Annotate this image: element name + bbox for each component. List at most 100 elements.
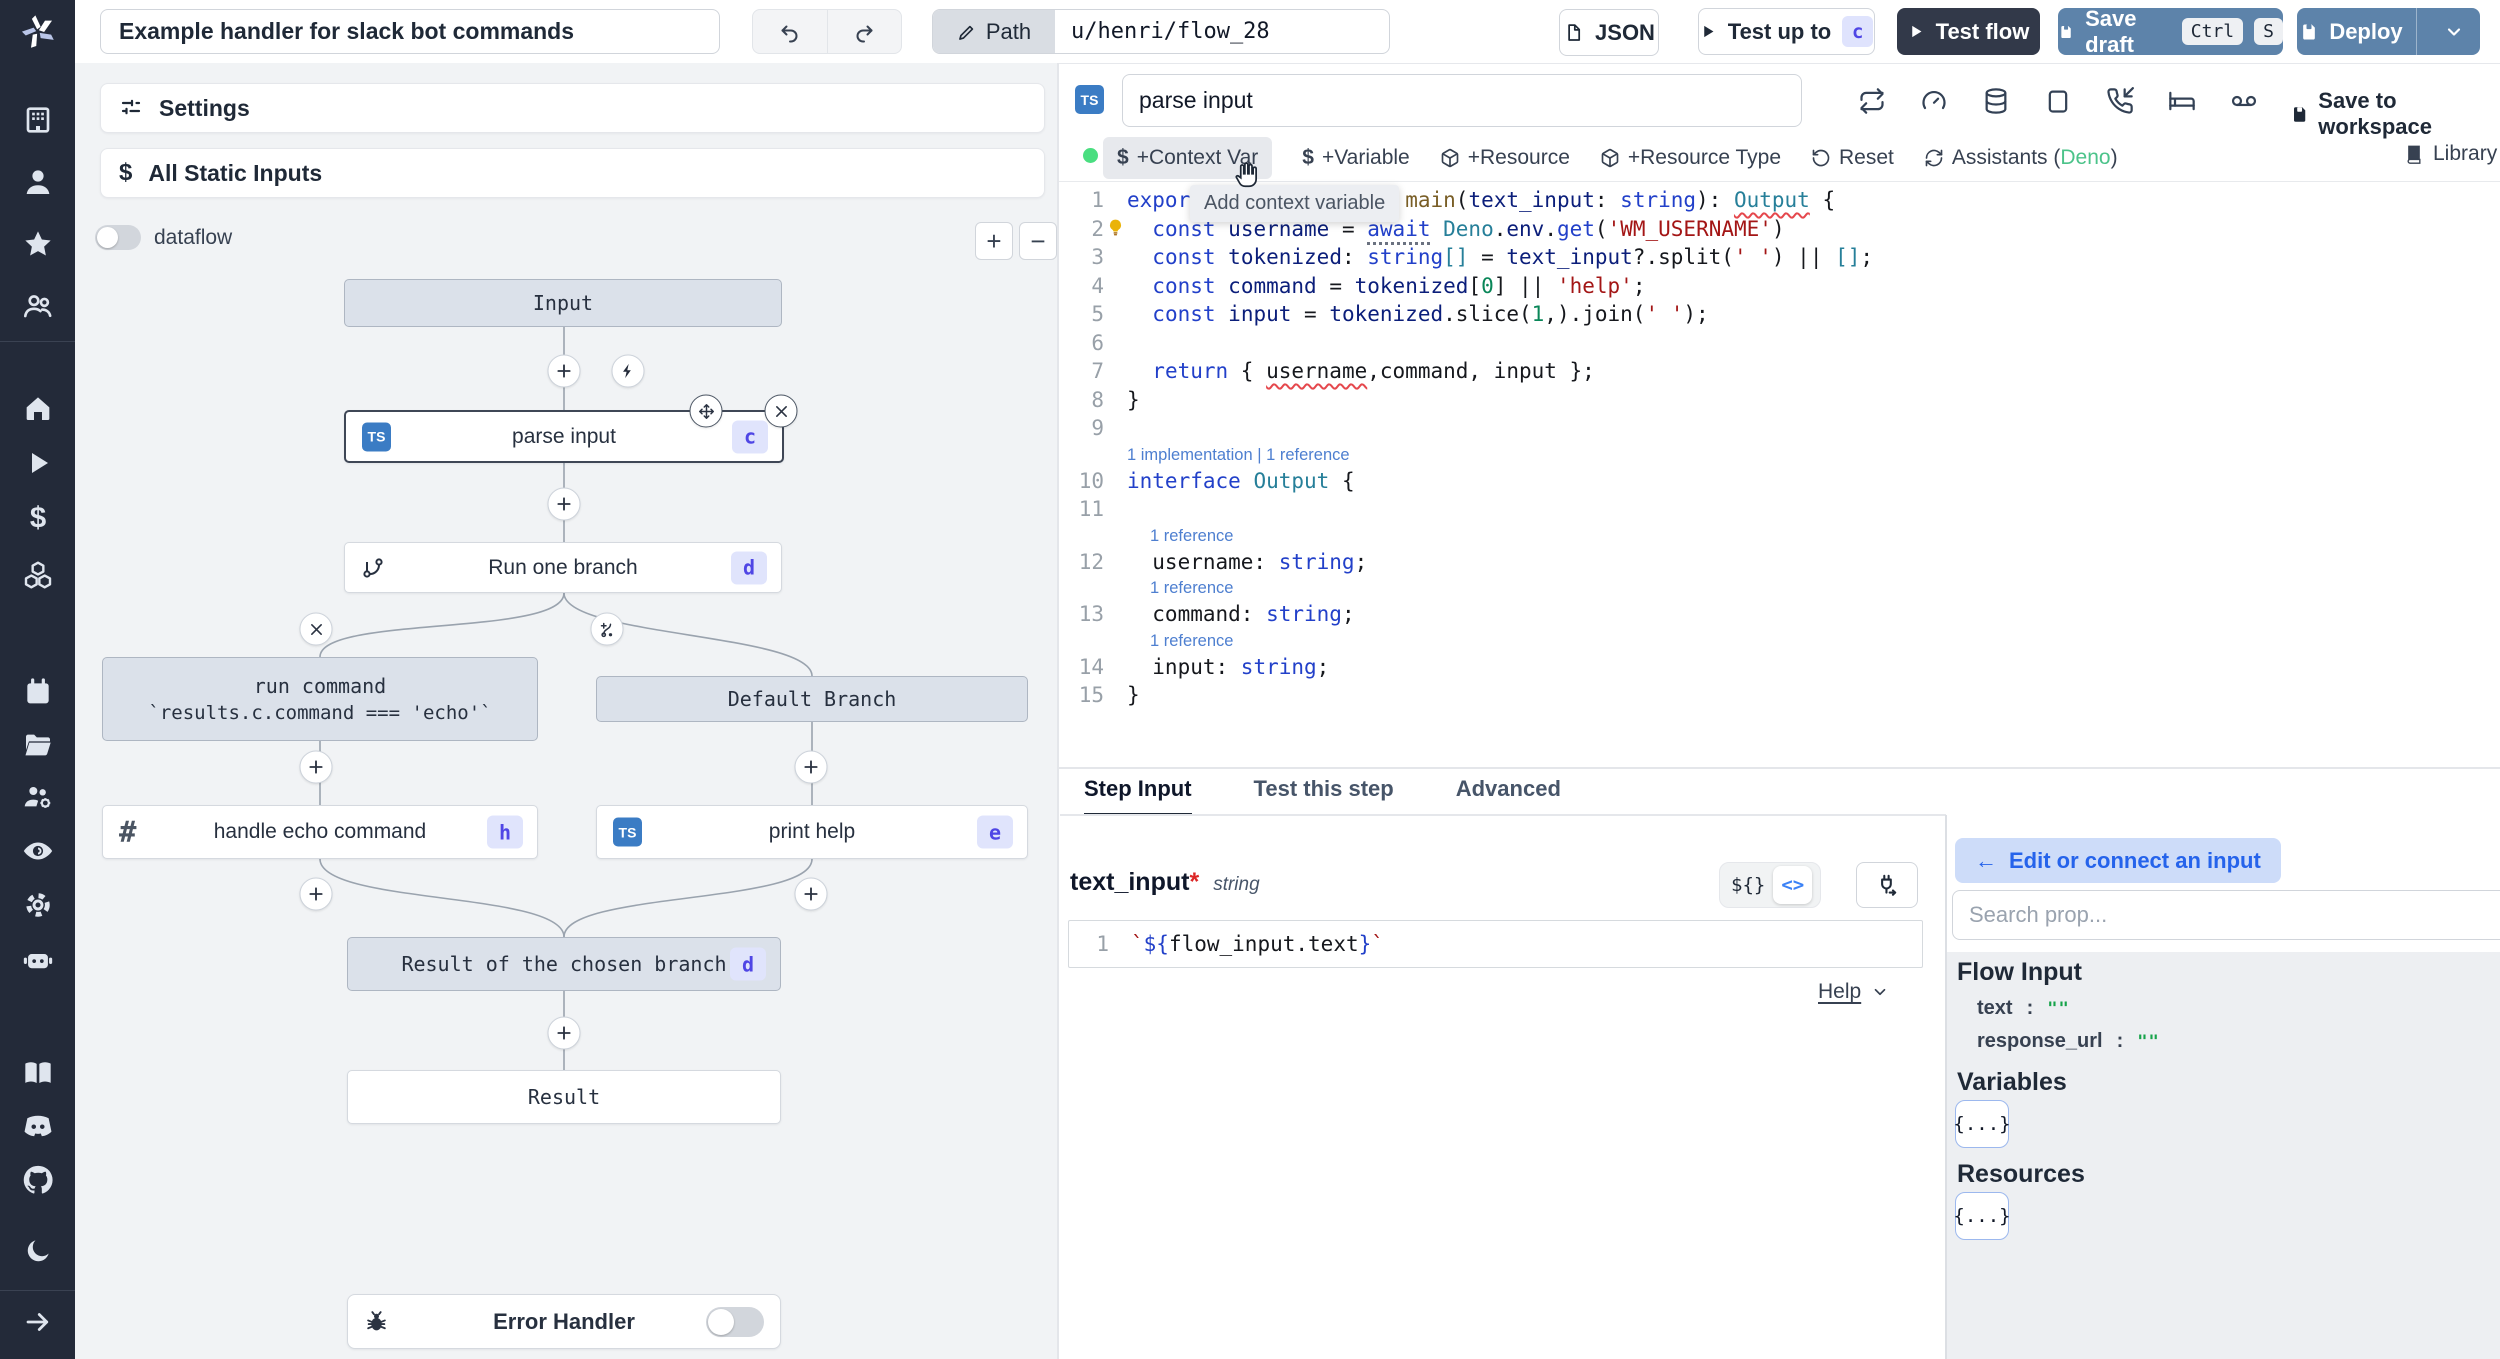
error-handler-toggle[interactable]: [706, 1306, 764, 1337]
template-mode-button[interactable]: ${}: [1723, 874, 1773, 896]
tab-test-this-step[interactable]: Test this step: [1254, 776, 1394, 816]
sidebar-item-discord[interactable]: [21, 1109, 55, 1143]
sidebar-item-variables[interactable]: $: [22, 502, 54, 534]
sidebar-expand-button[interactable]: [23, 1307, 53, 1337]
deploy-dropdown-button[interactable]: [2428, 22, 2480, 42]
windmill-logo[interactable]: [0, 0, 75, 63]
add-step-button[interactable]: [547, 1016, 581, 1050]
file-json-icon: [1568, 24, 1581, 41]
node-branch-result[interactable]: Result of the chosen branch d: [347, 937, 781, 991]
step-name-input[interactable]: [1122, 74, 1802, 127]
expression-editor[interactable]: 1 `${flow_input.text}`: [1068, 920, 1923, 968]
sleep-bed-icon[interactable]: [2168, 87, 2196, 115]
add-step-button[interactable]: [794, 750, 828, 784]
app-sidebar: $: [0, 63, 75, 1359]
move-step-button[interactable]: [689, 394, 723, 428]
node-default-branch[interactable]: Default Branch: [596, 676, 1028, 722]
test-flow-button[interactable]: Test flow: [1897, 8, 2040, 55]
undo-button[interactable]: [753, 10, 828, 53]
sidebar-item-settings[interactable]: [22, 889, 54, 921]
panel-divider[interactable]: [1057, 63, 1059, 1359]
node-branch-run-command[interactable]: run command `results.c.command === 'echo…: [102, 657, 538, 741]
branch-plus-icon: [600, 622, 612, 637]
editor-step-divider[interactable]: [1059, 767, 2500, 769]
save-draft-button[interactable]: Save draft Ctrl S: [2058, 6, 2283, 57]
tab-advanced[interactable]: Advanced: [1456, 776, 1561, 816]
sidebar-item-home[interactable]: [22, 392, 54, 424]
add-branch-button[interactable]: [590, 612, 624, 646]
remove-branch-button[interactable]: [299, 612, 333, 646]
sidebar-item-favorites[interactable]: [22, 228, 54, 260]
library-button[interactable]: Library: [2404, 142, 2497, 166]
deploy-split-button: Deploy: [2297, 8, 2480, 55]
sidebar-item-user[interactable]: [22, 166, 54, 198]
node-flow-input[interactable]: Input: [344, 279, 782, 327]
sidebar-item-members[interactable]: [22, 290, 54, 322]
sidebar-item-github[interactable]: [21, 1163, 55, 1197]
save-to-workspace-button[interactable]: Save to workspace: [2290, 88, 2500, 140]
node-run-one-branch[interactable]: Run one branch d: [344, 542, 782, 593]
gauge-icon[interactable]: [1920, 87, 1948, 115]
kbd-ctrl: Ctrl: [2181, 18, 2244, 45]
sidebar-item-folders[interactable]: [22, 728, 54, 760]
tab-step-input[interactable]: Step Input: [1084, 776, 1192, 816]
path-label: Path: [985, 18, 1032, 44]
code-mode-button[interactable]: <>: [1773, 866, 1813, 904]
variables-object-button[interactable]: {...}: [1953, 1100, 2011, 1148]
chevron-down-icon: [1874, 988, 1886, 996]
flow-title-input[interactable]: [100, 9, 720, 54]
resources-title: Resources: [1957, 1160, 2085, 1188]
sidebar-item-workers[interactable]: [22, 781, 54, 813]
search-prop-input[interactable]: [1952, 890, 2500, 940]
node-handle-echo-command[interactable]: # handle echo command h: [102, 805, 538, 859]
add-step-button[interactable]: [299, 750, 333, 784]
path-value[interactable]: u/henri/flow_28: [1055, 10, 1389, 53]
slack-hash-icon: #: [119, 815, 137, 849]
play-icon: [1704, 25, 1714, 38]
add-step-button[interactable]: [547, 487, 581, 521]
node-print-help[interactable]: TS print help e: [596, 805, 1028, 859]
edit-or-connect-button[interactable]: ← Edit or connect an input: [1955, 838, 2281, 883]
prop-text[interactable]: text : "": [1977, 997, 2070, 1020]
add-step-button[interactable]: [299, 877, 333, 911]
path-edit-button[interactable]: Path: [933, 10, 1055, 53]
json-button[interactable]: JSON: [1559, 9, 1659, 56]
database-icon[interactable]: [1982, 87, 2010, 115]
add-trigger-button[interactable]: [611, 354, 645, 388]
error-handler-row[interactable]: Error Handler: [347, 1294, 781, 1349]
sidebar-item-assistant-bot[interactable]: [21, 942, 55, 976]
add-step-button[interactable]: [547, 354, 581, 388]
deploy-button[interactable]: Deploy: [2297, 19, 2405, 45]
phone-incoming-icon[interactable]: [2106, 87, 2134, 115]
test-up-to-button[interactable]: Test up to c: [1698, 8, 1875, 55]
reset-button[interactable]: Reset: [1811, 146, 1894, 170]
step-id-badge: d: [731, 551, 767, 584]
sidebar-item-runs[interactable]: [22, 447, 54, 479]
prop-response-url[interactable]: response_url : "": [1977, 1030, 2160, 1053]
add-resource-button[interactable]: +Resource: [1440, 146, 1570, 170]
sidebar-item-docs[interactable]: [22, 1057, 54, 1089]
node-result[interactable]: Result: [347, 1070, 781, 1124]
connect-input-button[interactable]: [1856, 862, 1918, 908]
assistants-button[interactable]: Assistants (Deno): [1924, 146, 2118, 170]
sidebar-item-audit-logs[interactable]: [21, 834, 55, 868]
code-editor[interactable]: 1export async function main(text_input: …: [1060, 186, 2500, 764]
quick-fix-lightbulb-icon[interactable]: [1106, 218, 1125, 237]
plus-icon: [557, 1026, 571, 1040]
add-variable-button[interactable]: $ +Variable: [1302, 146, 1409, 170]
voicemail-icon[interactable]: [2230, 87, 2258, 115]
plus-icon: [309, 887, 323, 901]
typescript-icon: TS: [613, 817, 642, 847]
add-step-button[interactable]: [794, 877, 828, 911]
cache-repeat-icon[interactable]: [1858, 87, 1886, 115]
square-concurrency-icon[interactable]: [2044, 87, 2072, 115]
help-link[interactable]: Help: [1818, 980, 1889, 1004]
add-resource-type-button[interactable]: +Resource Type: [1600, 146, 1781, 170]
sidebar-item-schedules[interactable]: [22, 676, 54, 708]
delete-step-button[interactable]: [764, 394, 798, 428]
sidebar-item-workspace[interactable]: [22, 104, 54, 136]
resources-object-button[interactable]: {...}: [1953, 1192, 2011, 1240]
sidebar-item-dark-mode[interactable]: [23, 1236, 53, 1266]
sidebar-item-resources[interactable]: [22, 559, 54, 591]
redo-button[interactable]: [828, 10, 902, 53]
